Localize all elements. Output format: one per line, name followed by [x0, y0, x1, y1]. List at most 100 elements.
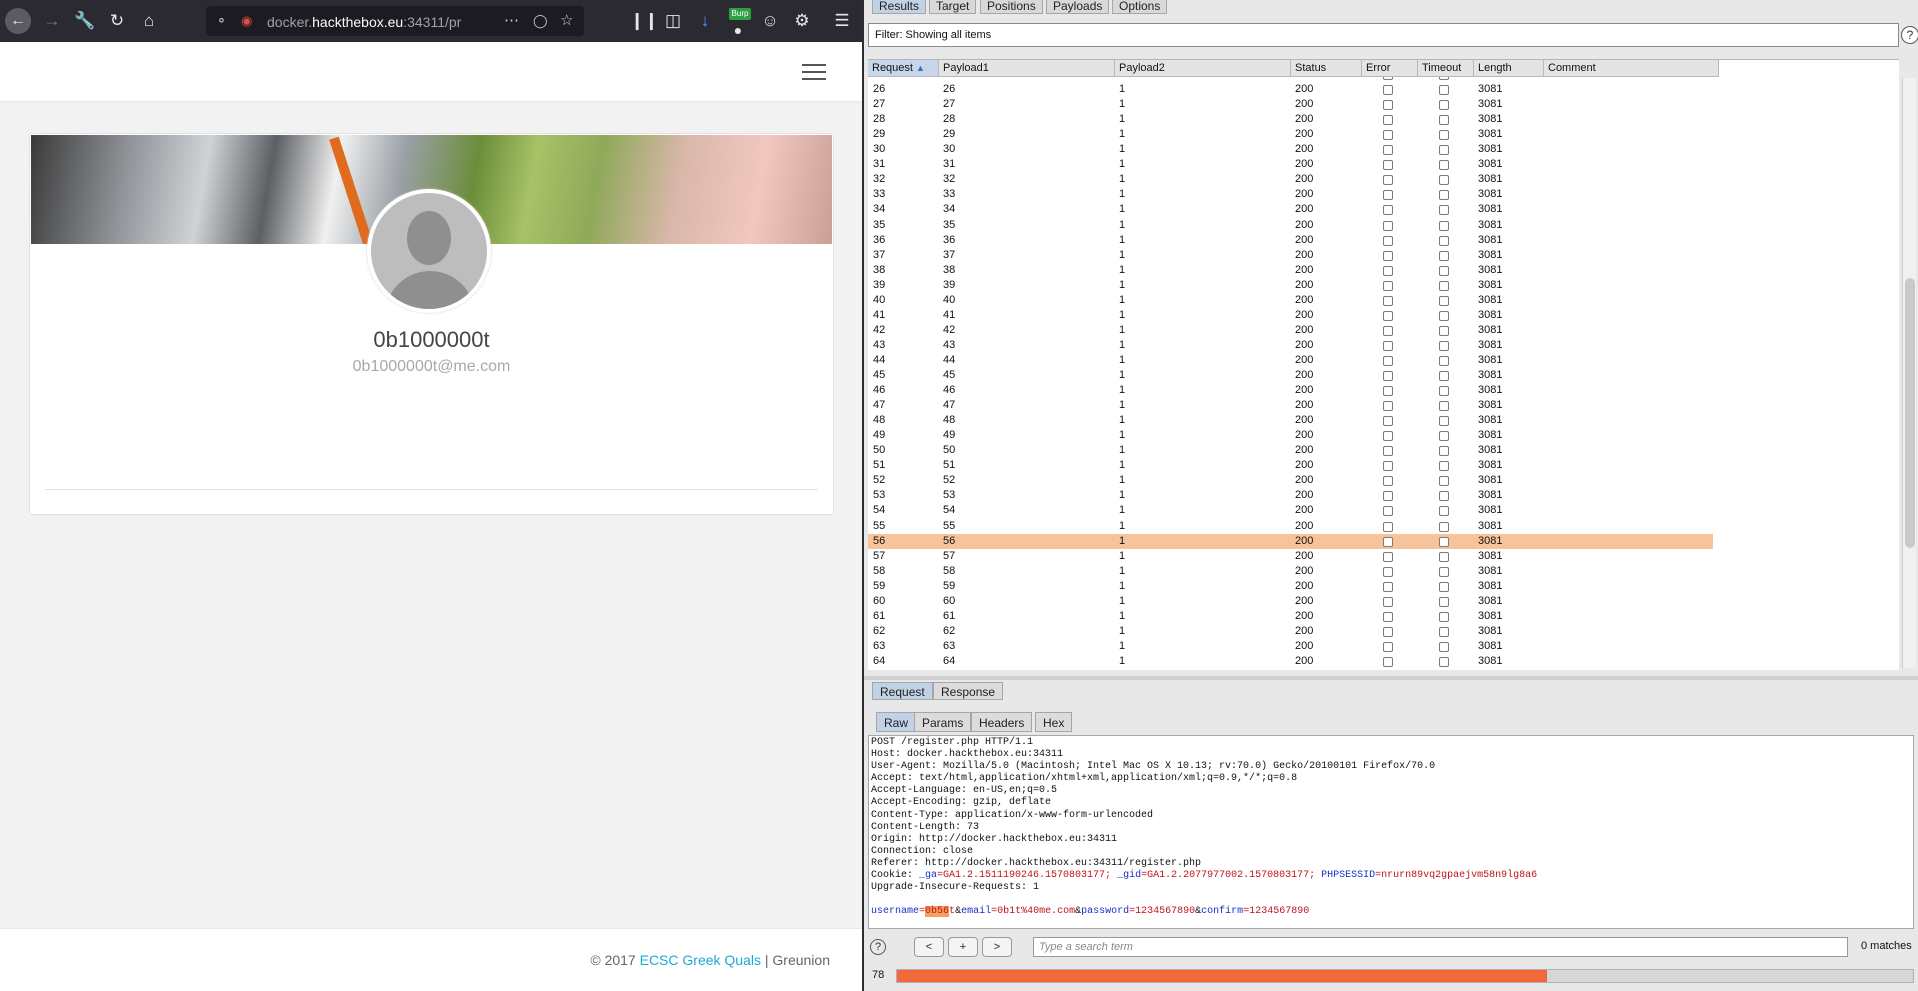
- table-row[interactable]: 62 62 1 200 3081: [868, 624, 1713, 639]
- table-row[interactable]: 58 58 1 200 3081: [868, 564, 1713, 579]
- error-checkbox[interactable]: [1383, 250, 1393, 261]
- hamburger-icon[interactable]: [802, 64, 826, 80]
- table-row[interactable]: 45 45 1 200 3081: [868, 368, 1713, 383]
- timeout-checkbox[interactable]: [1439, 536, 1449, 547]
- table-row[interactable]: 64 64 1 200 3081: [868, 654, 1713, 669]
- table-row[interactable]: 35 35 1 200 3081: [868, 218, 1713, 233]
- error-checkbox[interactable]: [1383, 205, 1393, 216]
- timeout-checkbox[interactable]: [1439, 416, 1449, 427]
- table-row[interactable]: 31 31 1 200 3081: [868, 157, 1713, 172]
- error-checkbox[interactable]: [1383, 145, 1393, 156]
- extension-icon[interactable]: ●: [726, 18, 750, 42]
- column-error[interactable]: Error: [1362, 60, 1418, 77]
- error-checkbox[interactable]: [1383, 611, 1393, 622]
- timeout-checkbox[interactable]: [1439, 145, 1449, 156]
- error-checkbox[interactable]: [1383, 280, 1393, 291]
- error-checkbox[interactable]: [1383, 641, 1393, 652]
- table-row[interactable]: 41 41 1 200 3081: [868, 308, 1713, 323]
- search-next-button[interactable]: >: [982, 937, 1012, 957]
- table-row[interactable]: 57 57 1 200 3081: [868, 549, 1713, 564]
- table-row[interactable]: 28 28 1 200 3081: [868, 112, 1713, 127]
- error-checkbox[interactable]: [1383, 521, 1393, 532]
- table-row[interactable]: 61 61 1 200 3081: [868, 609, 1713, 624]
- timeout-checkbox[interactable]: [1439, 506, 1449, 517]
- timeout-checkbox[interactable]: [1439, 265, 1449, 276]
- back-button[interactable]: ←: [5, 8, 31, 34]
- timeout-checkbox[interactable]: [1439, 641, 1449, 652]
- error-checkbox[interactable]: [1383, 310, 1393, 321]
- table-row[interactable]: 55 55 1 200 3081: [868, 519, 1713, 534]
- error-checkbox[interactable]: [1383, 386, 1393, 397]
- timeout-checkbox[interactable]: [1439, 371, 1449, 381]
- error-checkbox[interactable]: [1383, 506, 1393, 517]
- error-checkbox[interactable]: [1383, 175, 1393, 186]
- error-checkbox[interactable]: [1383, 325, 1393, 336]
- error-checkbox[interactable]: [1383, 446, 1393, 457]
- sidebar-icon[interactable]: ◫: [661, 9, 685, 33]
- tab-response[interactable]: Response: [933, 682, 1004, 700]
- reload-button[interactable]: ↻: [105, 9, 129, 33]
- footer-link[interactable]: ECSC Greek Quals: [640, 952, 761, 968]
- error-checkbox[interactable]: [1383, 220, 1393, 231]
- tab-request[interactable]: Request: [872, 682, 933, 700]
- table-row[interactable]: 39 39 1 200 3081: [868, 278, 1713, 293]
- timeout-checkbox[interactable]: [1439, 205, 1449, 216]
- table-row[interactable]: 59 59 1 200 3081: [868, 579, 1713, 594]
- timeout-checkbox[interactable]: [1439, 581, 1449, 592]
- home-button[interactable]: ⌂: [137, 9, 161, 33]
- error-checkbox[interactable]: [1383, 581, 1393, 592]
- tab-hex[interactable]: Hex: [1035, 712, 1073, 732]
- search-input[interactable]: Type a search term: [1033, 937, 1848, 957]
- error-checkbox[interactable]: [1383, 656, 1393, 667]
- raw-request-editor[interactable]: POST /register.php HTTP/1.1 Host: docker.…: [868, 735, 1914, 929]
- timeout-checkbox[interactable]: [1439, 175, 1449, 186]
- table-row[interactable]: 36 36 1 200 3081: [868, 233, 1713, 248]
- timeout-checkbox[interactable]: [1439, 386, 1449, 397]
- table-row[interactable]: 54 54 1 200 3081: [868, 503, 1713, 518]
- menu-icon[interactable]: ☰: [830, 9, 854, 33]
- table-row[interactable]: 47 47 1 200 3081: [868, 398, 1713, 413]
- error-checkbox[interactable]: [1383, 355, 1393, 366]
- table-row[interactable]: 49 49 1 200 3081: [868, 428, 1713, 443]
- timeout-checkbox[interactable]: [1439, 190, 1449, 201]
- results-scrollbar[interactable]: [1902, 78, 1916, 668]
- error-checkbox[interactable]: [1383, 100, 1393, 111]
- error-checkbox[interactable]: [1383, 77, 1393, 80]
- error-checkbox[interactable]: [1383, 596, 1393, 607]
- column-status[interactable]: Status: [1291, 60, 1362, 77]
- error-checkbox[interactable]: [1383, 416, 1393, 427]
- timeout-checkbox[interactable]: [1439, 325, 1449, 336]
- timeout-checkbox[interactable]: [1439, 401, 1449, 412]
- column-request[interactable]: Request ▲: [868, 60, 939, 77]
- timeout-checkbox[interactable]: [1439, 551, 1449, 562]
- table-row[interactable]: 43 43 1 200 3081: [868, 338, 1713, 353]
- error-checkbox[interactable]: [1383, 130, 1393, 141]
- tab-options[interactable]: Options: [1112, 0, 1168, 14]
- account-icon[interactable]: ☺: [758, 9, 782, 33]
- table-row[interactable]: 46 46 1 200 3081: [868, 383, 1713, 398]
- error-checkbox[interactable]: [1383, 371, 1393, 381]
- table-row[interactable]: 53 53 1 200 3081: [868, 488, 1713, 503]
- table-row[interactable]: 34 34 1 200 3081: [868, 202, 1713, 217]
- search-prev-button[interactable]: <: [914, 937, 944, 957]
- table-row[interactable]: 30 30 1 200 3081: [868, 142, 1713, 157]
- download-icon[interactable]: ↓: [693, 9, 717, 33]
- table-row[interactable]: 42 42 1 200 3081: [868, 323, 1713, 338]
- filter-bar[interactable]: Filter: Showing all items: [868, 23, 1899, 47]
- timeout-checkbox[interactable]: [1439, 295, 1449, 306]
- timeout-checkbox[interactable]: [1439, 626, 1449, 637]
- tab-headers[interactable]: Headers: [971, 712, 1033, 732]
- split-pane-divider[interactable]: [864, 676, 1918, 680]
- timeout-checkbox[interactable]: [1439, 611, 1449, 622]
- error-checkbox[interactable]: [1383, 491, 1393, 502]
- error-checkbox[interactable]: [1383, 551, 1393, 562]
- table-row[interactable]: 44 44 1 200 3081: [868, 353, 1713, 368]
- column-timeout[interactable]: Timeout: [1418, 60, 1474, 77]
- wrench-icon[interactable]: 🔧: [73, 9, 97, 33]
- column-comment[interactable]: Comment: [1544, 60, 1719, 77]
- table-row[interactable]: 26 26 1 200 3081: [868, 82, 1713, 97]
- error-checkbox[interactable]: [1383, 340, 1393, 351]
- timeout-checkbox[interactable]: [1439, 446, 1449, 457]
- timeout-checkbox[interactable]: [1439, 250, 1449, 261]
- timeout-checkbox[interactable]: [1439, 521, 1449, 532]
